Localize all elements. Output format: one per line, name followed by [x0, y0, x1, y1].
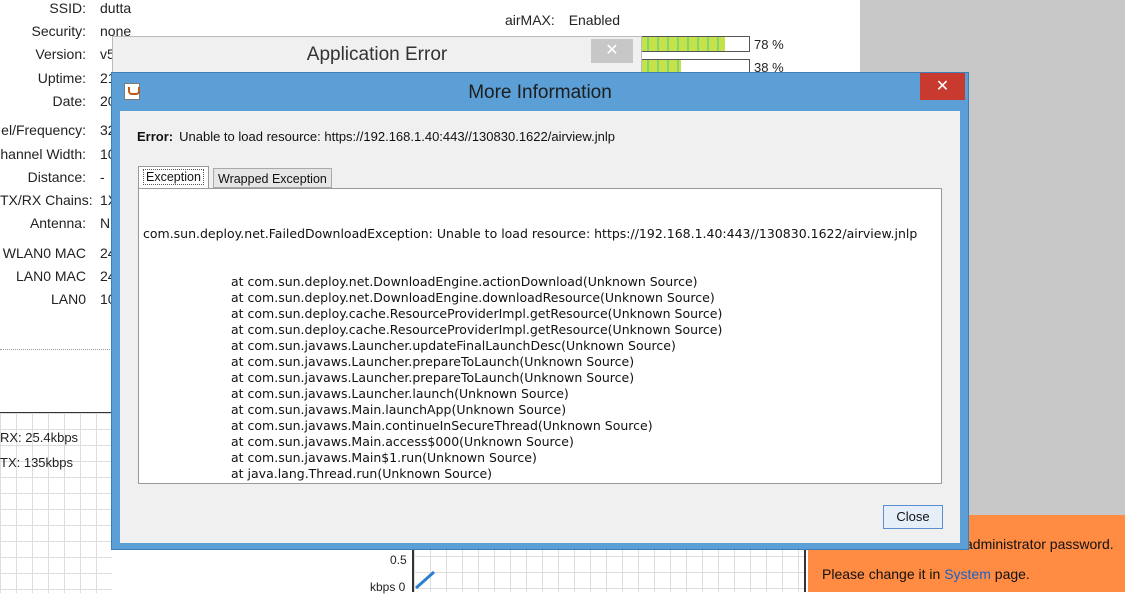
airmax-status: airMAX: Enabled: [505, 12, 620, 28]
signal-bar-1-pct: 78 %: [754, 37, 784, 52]
axis-tick-half: 0.5: [390, 553, 407, 567]
tab-exception-label: Exception: [143, 169, 204, 185]
system-link[interactable]: System: [944, 566, 991, 582]
divider: [0, 349, 110, 350]
trace-exception-line: com.sun.deploy.net.FailedDownloadExcepti…: [143, 226, 918, 241]
airmax-label: airMAX:: [505, 12, 555, 28]
info-value: -: [100, 169, 105, 185]
error-message: Unable to load resource: https://192.168…: [179, 129, 615, 144]
info-label: WLAN0 MAC: [2, 245, 86, 261]
info-label: LAN0: [50, 291, 86, 307]
trace-frame: at java.lang.Thread.run(Unknown Source): [231, 466, 493, 481]
dialog-close-icon[interactable]: ✕: [920, 73, 965, 100]
trace-frame: at com.sun.javaws.Launcher.prepareToLaun…: [231, 354, 635, 369]
trace-frame: at com.sun.javaws.Launcher.updateFinalLa…: [231, 338, 676, 353]
tab-wrapped-exception[interactable]: Wrapped Exception: [213, 168, 332, 188]
info-label: el/Frequency:: [1, 122, 86, 138]
trace-frame: at com.sun.deploy.net.DownloadEngine.act…: [231, 274, 698, 289]
trace-frame: at com.sun.javaws.Main$1.run(Unknown Sou…: [231, 450, 537, 465]
signal-bar-1-fill: [639, 37, 725, 51]
info-label: Uptime:: [37, 70, 86, 86]
more-information-dialog: More Information ✕ Error: Unable to load …: [111, 72, 969, 550]
dialog-title: More Information: [468, 82, 612, 103]
info-label: SSID:: [49, 0, 86, 16]
trace-frame: at com.sun.deploy.cache.ResourceProvider…: [231, 322, 723, 337]
trace-frame: at com.sun.javaws.Main.access$000(Unknow…: [231, 434, 574, 449]
info-label: hannel Width:: [0, 146, 86, 162]
notice-line-2: Please change it in System page.: [822, 566, 1030, 582]
stack-trace: com.sun.deploy.net.FailedDownloadExcepti…: [143, 194, 917, 482]
trace-frame: at com.sun.javaws.Launcher.prepareToLaun…: [231, 370, 635, 385]
info-value: dutta: [100, 0, 132, 16]
rx-rate: RX: 25.4kbps: [0, 430, 79, 445]
info-label: Date:: [52, 93, 86, 109]
info-label: Security:: [31, 23, 86, 39]
dialog-content: Error: Unable to load resource: https://1…: [120, 111, 960, 543]
info-label: Version:: [35, 46, 86, 62]
trace-frame: at com.sun.javaws.Main.launchApp(Unknown…: [231, 402, 567, 417]
airmax-value: Enabled: [568, 12, 621, 28]
notice-suffix: page.: [990, 566, 1030, 582]
exception-text-area[interactable]: com.sun.deploy.net.FailedDownloadExcepti…: [138, 188, 942, 484]
throughput-chart: RX: 25.4kbps TX: 135kbps: [0, 412, 112, 593]
trace-frame: at com.sun.deploy.cache.ResourceProvider…: [231, 306, 723, 321]
error-summary: Error: Unable to load resource: https://1…: [137, 129, 615, 144]
chart-line: [415, 570, 435, 590]
application-error-close-button[interactable]: ✕: [591, 39, 633, 63]
info-label: LAN0 MAC: [15, 268, 86, 284]
notice-prefix: Please change it in: [822, 566, 945, 582]
notice-line-1: administrator password.: [965, 536, 1114, 552]
info-label: Distance:: [27, 169, 86, 185]
trace-frame: at com.sun.javaws.Main.continueInSecureT…: [231, 418, 653, 433]
trace-frame: at com.sun.deploy.net.DownloadEngine.dow…: [231, 290, 715, 305]
tab-exception[interactable]: Exception: [138, 166, 209, 188]
application-error-title: Application Error: [306, 44, 448, 65]
dialog-title-bar[interactable]: More Information ✕: [112, 73, 968, 111]
tx-rate: TX: 135kbps: [0, 455, 73, 470]
error-label: Error:: [137, 129, 174, 144]
trace-frame: at com.sun.javaws.Launcher.launch(Unknow…: [231, 386, 569, 401]
close-button[interactable]: Close: [883, 505, 943, 529]
info-label: TX/RX Chains:: [0, 192, 93, 208]
signal-bar-1: [638, 36, 750, 52]
info-label: Antenna:: [29, 215, 86, 231]
